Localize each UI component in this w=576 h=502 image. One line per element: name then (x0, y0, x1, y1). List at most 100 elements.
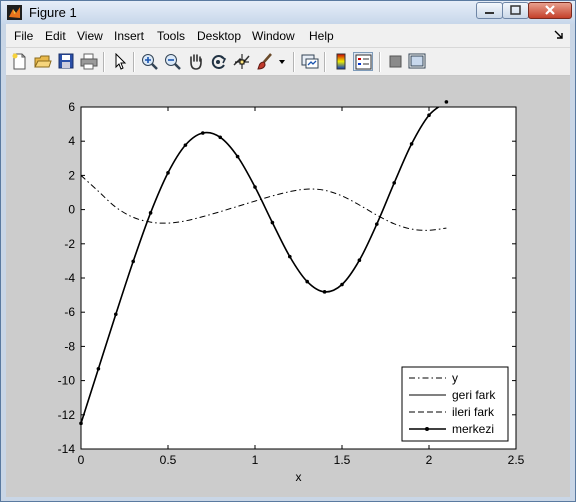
data-cursor-icon (233, 54, 250, 69)
colorbar-icon (336, 53, 346, 70)
toolbar-separator (324, 52, 326, 72)
hand-pan-icon (190, 54, 202, 70)
y-tick-label: 6 (68, 100, 75, 114)
brush-icon (257, 53, 272, 70)
hide-plot-tools-button[interactable] (386, 52, 406, 71)
series-point-marker (270, 220, 275, 225)
y-tick-label: 4 (68, 134, 75, 148)
y-tick-label: 0 (68, 203, 75, 217)
floppy-disk-icon (58, 53, 74, 69)
menu-insert[interactable]: Insert (114, 29, 144, 43)
toolbar-separator (293, 52, 295, 72)
save-figure-button[interactable] (56, 52, 76, 71)
menu-bar: File Edit View Insert Tools Desktop Wind… (6, 24, 570, 48)
figure-toolbar (6, 48, 570, 76)
series-point-marker (427, 113, 431, 118)
x-tick-label: 1 (252, 453, 259, 467)
open-folder-icon (34, 55, 52, 68)
legend-label: geri fark (452, 388, 496, 402)
y-tick-label: -4 (64, 271, 75, 285)
series-point-marker (322, 290, 327, 294)
series-point-marker (201, 131, 205, 135)
series-point-marker (357, 258, 362, 263)
close-button[interactable] (528, 2, 572, 19)
hide-plot-tools-icon (389, 55, 402, 68)
new-document-icon (12, 53, 26, 70)
series-point-marker (166, 171, 170, 175)
chevron-down-icon (279, 60, 285, 64)
new-figure-button[interactable] (10, 52, 30, 71)
menu-file[interactable]: File (14, 29, 33, 43)
menu-tools[interactable]: Tools (157, 29, 185, 43)
x-axis-label: x (296, 470, 302, 484)
zoom-in-button[interactable] (140, 52, 160, 71)
legend-label: ileri fark (452, 405, 495, 419)
menu-help[interactable]: Help (309, 29, 334, 43)
plot-area: 0 0.5 1 1.5 2 2.5 6 4 2 0 -2 -4 -6 -8 -10 -12 -14 x y geri … (58, 100, 525, 484)
close-icon (545, 5, 555, 15)
figure-client-area: File Edit View Insert Tools Desktop Wind… (6, 24, 570, 497)
legend-icon (355, 54, 372, 70)
y-tick-label: 2 (68, 168, 75, 182)
edit-plot-button[interactable] (110, 52, 130, 71)
legend-label: y (452, 371, 458, 385)
series-point-marker (375, 222, 379, 226)
x-tick-label: 2.5 (508, 453, 525, 467)
show-plot-tools-button[interactable] (407, 52, 427, 71)
series-point-marker (340, 282, 344, 287)
legend-button[interactable] (353, 52, 373, 71)
zoom-in-icon (142, 54, 158, 70)
dock-arrow-icon[interactable] (554, 30, 564, 40)
series-point-marker (235, 154, 240, 159)
legend-label: merkezi (452, 422, 494, 436)
x-tick-label: 2 (426, 453, 433, 467)
y-tick-label: -2 (64, 237, 75, 251)
colorbar-button[interactable] (331, 52, 351, 71)
open-file-button[interactable] (33, 52, 53, 71)
series-point-marker (444, 100, 449, 104)
maximize-icon (510, 5, 521, 15)
x-tick-label: 1.5 (334, 453, 351, 467)
x-tick-label: 0 (78, 453, 85, 467)
series-point-marker (305, 279, 310, 284)
series-point-marker (96, 367, 101, 371)
maximize-button[interactable] (502, 2, 529, 19)
brush-button[interactable] (255, 52, 275, 71)
minimize-button[interactable] (476, 2, 503, 19)
pan-button[interactable] (186, 52, 206, 71)
rotate-3d-button[interactable] (209, 52, 229, 71)
title-bar[interactable]: Figure 1 (1, 1, 575, 24)
series-point-marker (288, 254, 292, 259)
y-tick-label: -14 (58, 442, 76, 456)
menu-view[interactable]: View (77, 29, 103, 43)
rotate-3d-icon (211, 55, 227, 69)
window-title: Figure 1 (29, 5, 77, 20)
printer-icon (80, 53, 98, 70)
pointer-arrow-icon (115, 53, 127, 70)
series-point-marker (114, 312, 118, 317)
y-tick-label: -12 (58, 408, 76, 422)
series-point-marker (218, 135, 222, 140)
toolbar-separator (379, 52, 381, 72)
zoom-out-button[interactable] (163, 52, 183, 71)
toolbar-separator (133, 52, 135, 72)
menu-window[interactable]: Window (252, 29, 295, 43)
series-point-marker (392, 181, 397, 185)
figure-canvas: 0 0.5 1 1.5 2 2.5 6 4 2 0 -2 -4 -6 -8 -10 -12 -14 x y geri … (6, 76, 570, 497)
link-plot-button[interactable] (300, 52, 320, 71)
x-tick-label: 0.5 (160, 453, 177, 467)
y-tick-label: -6 (64, 305, 75, 319)
y-tick-label: -8 (64, 339, 75, 353)
series-point-marker (409, 142, 414, 146)
y-tick-label: -10 (58, 374, 76, 388)
toolbar-separator (103, 52, 105, 72)
minimize-icon (485, 12, 494, 14)
brush-dropdown-button[interactable] (276, 52, 288, 71)
series-point-marker (131, 259, 135, 264)
menu-desktop[interactable]: Desktop (197, 29, 241, 43)
figure-window: Figure 1 File Edit View Insert Tools Des… (0, 0, 576, 502)
print-figure-button[interactable] (79, 52, 99, 71)
data-cursor-button[interactable] (232, 52, 252, 71)
menu-edit[interactable]: Edit (45, 29, 66, 43)
matlab-logo-icon (7, 5, 22, 20)
